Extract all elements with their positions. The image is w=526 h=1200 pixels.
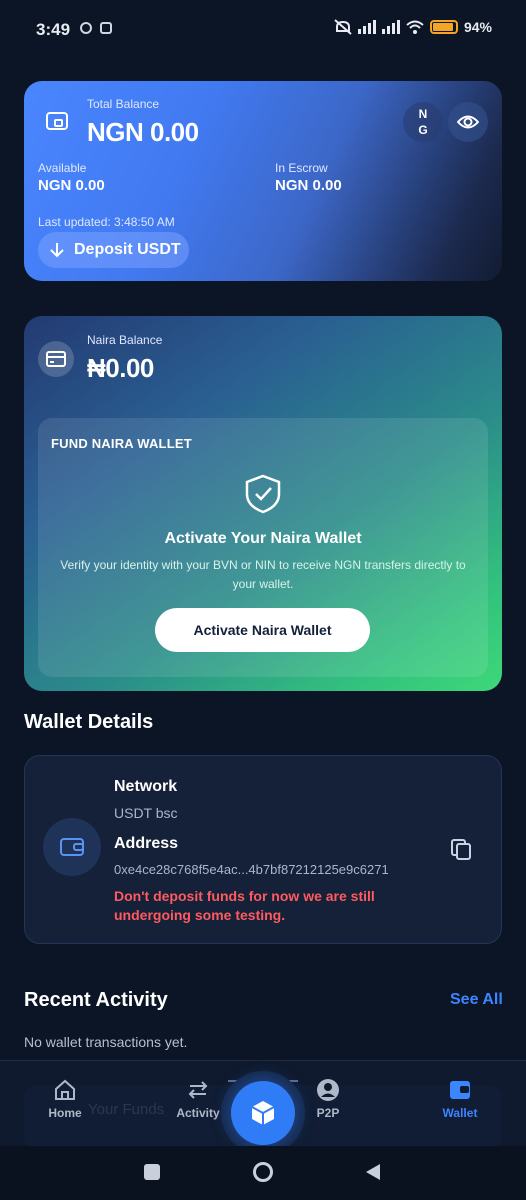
- system-navigation-bar: [0, 1146, 526, 1200]
- app-notification-icon: [100, 22, 112, 34]
- wallet-details-card: Network USDT bsc Address 0xe4ce28c768f5e…: [24, 755, 502, 944]
- total-balance-amount: NGN 0.00: [87, 117, 199, 147]
- wallet-details-title: Wallet Details: [24, 711, 154, 733]
- nav-home[interactable]: Home: [30, 1078, 100, 1120]
- wallet-icon: [60, 838, 84, 856]
- nav-p2p[interactable]: P2P: [293, 1078, 363, 1120]
- last-updated: Last updated: 3:48:50 AM: [38, 215, 175, 229]
- address-label: Address: [114, 835, 179, 852]
- escrow-value: NGN 0.00: [275, 177, 342, 194]
- nav-p2p-label: P2P: [316, 1106, 340, 1120]
- network-value: USDT bsc: [114, 805, 178, 821]
- copy-icon: [451, 839, 471, 860]
- back-button[interactable]: [364, 1163, 382, 1181]
- naira-balance-amount: ₦0.00: [87, 353, 154, 383]
- credit-card-icon: [46, 351, 66, 367]
- nav-home-label: Home: [48, 1106, 82, 1120]
- deposit-usdt-button[interactable]: Deposit USDT: [38, 232, 189, 268]
- home-system-button[interactable]: [253, 1162, 273, 1182]
- swap-arrows-icon: [188, 1081, 208, 1099]
- status-time: 3:49: [36, 20, 71, 39]
- toggle-visibility-button[interactable]: [448, 102, 488, 142]
- total-balance-card: Total Balance NGN 0.00 N G Available NGN…: [24, 81, 502, 281]
- shield-check-icon: [245, 474, 281, 514]
- no-transactions-text: No wallet transactions yet.: [24, 1034, 188, 1050]
- status-indicators: 94%: [334, 19, 492, 35]
- available-label: Available: [38, 161, 87, 175]
- cube-icon: [251, 1101, 275, 1125]
- activate-wallet-title: Activate Your Naira Wallet: [164, 530, 362, 547]
- battery-percent: 94%: [463, 19, 492, 35]
- status-bar: 3:49 94%: [0, 0, 526, 58]
- mute-icon: [334, 19, 352, 35]
- nav-wallet[interactable]: Wallet: [425, 1078, 495, 1120]
- notification-icon: [80, 22, 92, 34]
- wallet-address[interactable]: 0xe4ce28c768f5e4ac...4b7bf87212125e9c627…: [114, 862, 389, 877]
- wallet-icon: [46, 112, 68, 130]
- nav-wallet-label: Wallet: [442, 1106, 478, 1120]
- see-all-link[interactable]: See All: [450, 991, 503, 1009]
- signal-icon: [357, 20, 376, 34]
- deposit-usdt-label: Deposit USDT: [74, 241, 181, 258]
- naira-balance-label: Naira Balance: [87, 333, 163, 347]
- arrow-down-icon: [50, 243, 64, 258]
- eye-icon: [457, 115, 479, 129]
- activate-wallet-description: Verify your identity with your BVN or NI…: [60, 558, 466, 591]
- wallet-icon: [450, 1081, 470, 1099]
- nav-activity-label: Activity: [176, 1106, 220, 1120]
- naira-balance-card: Naira Balance ₦0.00 FUND NAIRA WALLET Ac…: [24, 316, 502, 691]
- total-balance-label: Total Balance: [87, 97, 160, 111]
- home-icon: [55, 1079, 75, 1100]
- copy-address-button[interactable]: [449, 837, 475, 863]
- battery-icon: [429, 20, 458, 34]
- activate-naira-wallet-button[interactable]: Activate Naira Wallet: [155, 608, 370, 652]
- recents-button[interactable]: [144, 1164, 160, 1180]
- currency-toggle[interactable]: N G: [403, 102, 443, 142]
- fund-naira-title: FUND NAIRA WALLET: [51, 436, 192, 451]
- center-action-inner: [231, 1081, 295, 1145]
- available-value: NGN 0.00: [38, 177, 105, 194]
- escrow-label: In Escrow: [275, 161, 328, 175]
- wifi-icon: [406, 20, 424, 34]
- recent-activity-title: Recent Activity: [24, 989, 168, 1011]
- signal-icon-2: [381, 20, 400, 34]
- testing-warning: Don't deposit funds for now we are still…: [114, 888, 375, 923]
- network-label: Network: [114, 778, 178, 795]
- fund-naira-panel: FUND NAIRA WALLET Activate Your Naira Wa…: [38, 418, 488, 677]
- card-icon-circle: [38, 341, 74, 377]
- wallet-icon-circle: [43, 818, 101, 876]
- currency-badge-line1: N: [418, 107, 428, 121]
- currency-badge-line2: G: [418, 123, 428, 137]
- user-circle-icon: [317, 1079, 339, 1101]
